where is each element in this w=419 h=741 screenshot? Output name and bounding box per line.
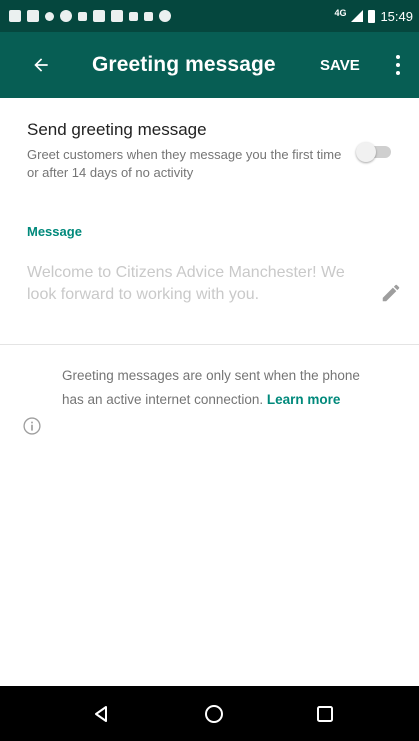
- message-section-label: Message: [27, 224, 82, 239]
- status-bar: 4G 15:49: [0, 0, 419, 32]
- voicemail-icon: [45, 11, 54, 21]
- divider: [0, 344, 419, 345]
- do-not-disturb-icon: [159, 10, 171, 22]
- more-vertical-icon: [396, 55, 400, 59]
- triangle-back-icon: [95, 706, 107, 722]
- info-note: Greeting messages are only sent when the…: [62, 364, 382, 412]
- more-options-button[interactable]: [385, 46, 411, 84]
- clock: 15:49: [380, 8, 413, 24]
- toggle-thumb: [356, 142, 376, 162]
- notification-icons: [0, 10, 171, 22]
- save-button[interactable]: SAVE: [320, 57, 360, 74]
- cast-icon: [111, 10, 123, 22]
- notification-icon: [27, 10, 39, 22]
- greeting-toggle[interactable]: [355, 142, 395, 162]
- greeting-setting-title: Send greeting message: [27, 120, 207, 139]
- learn-more-link[interactable]: Learn more: [267, 392, 341, 407]
- edit-message-button[interactable]: [380, 282, 402, 304]
- notification-icon: [9, 10, 21, 22]
- status-indicators: 4G 15:49: [334, 0, 413, 32]
- nav-recents-button[interactable]: [310, 699, 340, 729]
- nav-home-button[interactable]: [199, 699, 229, 729]
- circle-home-icon: [205, 705, 223, 723]
- greeting-message-text[interactable]: Welcome to Citizens Advice Manchester! W…: [27, 262, 365, 306]
- signal-icon: [351, 10, 364, 22]
- system-nav-bar: [0, 686, 419, 741]
- forward-icon: [129, 11, 138, 21]
- network-type: 4G: [334, 8, 347, 18]
- page-title: Greeting message: [92, 53, 276, 76]
- battery-icon: [368, 9, 376, 23]
- nav-back-button[interactable]: [86, 699, 116, 729]
- download-icon: [78, 11, 87, 21]
- pencil-icon: [382, 284, 400, 302]
- back-button[interactable]: [24, 48, 58, 82]
- square-recents-icon: [317, 706, 333, 722]
- info-icon: [23, 417, 41, 435]
- phone-icon: [144, 11, 153, 21]
- notification-icon: [93, 10, 105, 22]
- whatsapp-icon: [60, 10, 72, 22]
- arrow-back-icon: [34, 58, 48, 72]
- app-bar: Greeting message SAVE: [0, 32, 419, 98]
- greeting-setting-description: Greet customers when they message you th…: [27, 147, 342, 180]
